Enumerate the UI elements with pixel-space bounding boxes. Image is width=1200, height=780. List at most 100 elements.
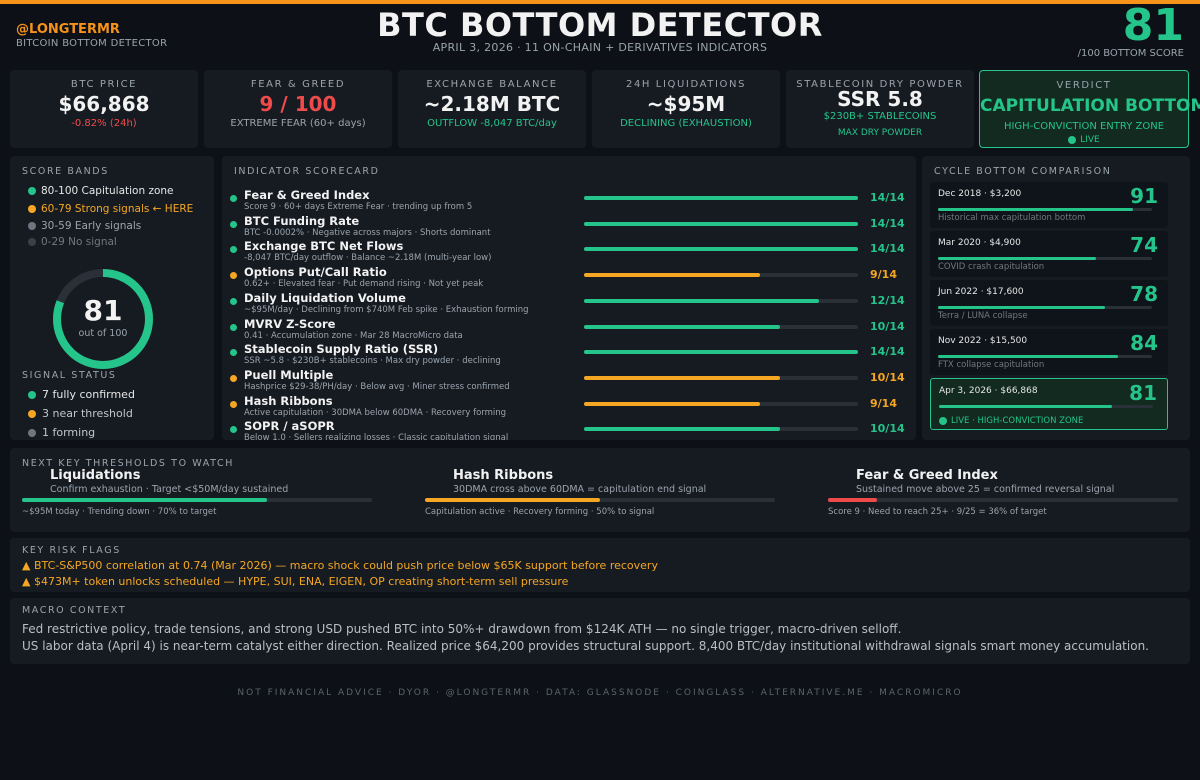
indicator-bar	[584, 324, 858, 329]
threshold-bar	[22, 498, 372, 502]
indicator-name: Puell Multiple	[244, 367, 334, 382]
threshold-item: Hash Ribbons 30DMA cross above 60DMA = ca…	[425, 468, 775, 524]
indicator-row: Daily Liquidation Volume ~$95M/day · Decl…	[230, 291, 910, 317]
page-subtitle: APRIL 3, 2026 · 11 ON-CHAIN + DERIVATIVE…	[432, 41, 768, 54]
section-title: CYCLE BOTTOM COMPARISON	[934, 166, 1112, 177]
cycle-date: Mar 2020 · $4,900	[938, 238, 1021, 248]
threshold-bar-fill	[425, 498, 600, 502]
status-dot-icon	[230, 400, 237, 408]
header: @LONGTERMR BITCOIN BOTTOM DETECTOR BTC B…	[0, 0, 1200, 66]
bottom-score-label: /100 BOTTOM SCORE	[1077, 48, 1184, 59]
risk-flags-panel: KEY RISK FLAGS ▲ BTC-S&P500 correlation …	[10, 538, 1190, 592]
signal-item: 3 near threshold	[28, 407, 133, 420]
indicator-name: Stablecoin Supply Ratio (SSR)	[244, 342, 439, 357]
indicator-desc: Hashprice $29-38/PH/day · Below avg · Mi…	[244, 381, 510, 392]
indicator-row: Options Put/Call Ratio 0.62+ · Elevated f…	[230, 265, 910, 291]
indicator-bar	[584, 247, 858, 252]
stat-sub: DECLINING (EXHAUSTION)	[620, 118, 752, 129]
threshold-bar	[425, 498, 775, 502]
threshold-bar	[828, 498, 1178, 502]
live-indicator: LIVE	[980, 135, 1188, 145]
cycle-bar-fill	[938, 257, 1097, 260]
status-dot-icon	[230, 246, 237, 254]
risk-item: ▲ BTC-S&P500 correlation at 0.74 (Mar 20…	[22, 559, 658, 572]
stat-label: EXCHANGE BALANCE	[426, 79, 558, 90]
verdict-label: VERDICT	[1056, 80, 1112, 91]
signal-label: 1 forming	[42, 426, 96, 439]
indicator-score: 10/14	[870, 319, 905, 333]
cycle-item: Jun 2022 · $17,600 78 Terra / LUNA collaps…	[930, 280, 1168, 326]
dot-icon	[28, 410, 36, 418]
signal-label: 7 fully confirmed	[42, 388, 135, 401]
indicator-bar-fill	[584, 221, 858, 226]
stat-value: ~2.18M BTC	[423, 92, 561, 116]
indicator-score: 14/14	[870, 345, 905, 359]
score-gauge: 81 out of 100	[50, 266, 156, 372]
threshold-desc: Sustained move above 25 = confirmed reve…	[856, 484, 1115, 495]
stat-label: 24H LIQUIDATIONS	[625, 79, 747, 90]
stat-sub: EXTREME FEAR (60+ days)	[230, 118, 366, 129]
stat-sub: $230B+ STABLECOINS	[823, 111, 937, 122]
bottom-score: 81	[1122, 0, 1184, 51]
indicator-score: 12/14	[870, 293, 905, 307]
cycle-name: COVID crash capitulation	[938, 262, 1045, 272]
dot-icon	[28, 205, 36, 213]
page-title: BTC BOTTOM DETECTOR	[377, 6, 823, 44]
stat-sub: OUTFLOW -8,047 BTC/day	[427, 118, 557, 129]
dot-icon	[28, 187, 36, 195]
indicator-row: MVRV Z-Score 0.41 · Accumulation zone · M…	[230, 317, 910, 343]
threshold-name: Fear & Greed Index	[856, 468, 998, 483]
cycle-bar	[938, 306, 1152, 309]
threshold-progress: Capitulation active · Recovery forming ·…	[425, 507, 655, 517]
indicator-row: Fear & Greed Index Score 9 · 60+ days Ext…	[230, 188, 910, 214]
indicator-bar-fill	[584, 298, 819, 303]
cycle-score: 78	[1130, 282, 1158, 306]
cycle-name: FTX collapse capitulation	[938, 360, 1045, 370]
indicator-bar	[584, 427, 858, 432]
indicator-row: Puell Multiple Hashprice $29-38/PH/day · …	[230, 368, 910, 394]
section-title: SCORE BANDS	[22, 166, 109, 177]
gauge-value: 81	[83, 294, 123, 327]
status-dot-icon	[230, 323, 237, 331]
verdict-value: CAPITULATION BOTTOM	[980, 96, 1200, 116]
section-title: SIGNAL STATUS	[22, 370, 117, 381]
macro-context-panel: MACRO CONTEXT Fed restrictive policy, tr…	[10, 598, 1190, 664]
status-dot-icon	[230, 297, 237, 305]
indicator-row: Stablecoin Supply Ratio (SSR) SSR ~5.8 · …	[230, 342, 910, 368]
band-item: 60-79 Strong signals ← HERE	[28, 203, 193, 215]
indicator-bar	[584, 221, 858, 226]
gauge-sub: out of 100	[78, 328, 128, 339]
footer: NOT FINANCIAL ADVICE · DYOR · @LONGTERMR…	[237, 688, 963, 698]
indicator-name: MVRV Z-Score	[244, 316, 336, 331]
cycle-item-current: Apr 3, 2026 · $66,868 81 LIVE · HIGH-CONVI…	[930, 378, 1168, 430]
band-label: 0-29 No signal	[41, 236, 117, 248]
indicator-bar-fill	[584, 324, 780, 329]
section-title: MACRO CONTEXT	[22, 605, 127, 616]
stat-value: 9 / 100	[259, 92, 337, 116]
band-label: 30-59 Early signals	[41, 220, 142, 232]
status-dot-icon	[230, 220, 237, 228]
band-item: 80-100 Capitulation zone	[28, 185, 174, 197]
band-label: 80-100 Capitulation zone	[41, 185, 174, 197]
indicator-score: 14/14	[870, 191, 905, 204]
cycle-score: 74	[1130, 233, 1158, 257]
threshold-desc: 30DMA cross above 60DMA = capitulation e…	[453, 484, 707, 495]
indicator-score: 10/14	[870, 422, 905, 436]
indicator-bar-fill	[584, 427, 780, 432]
threshold-name: Hash Ribbons	[453, 468, 554, 483]
thresholds-panel: NEXT KEY THRESHOLDS TO WATCH Liquidation…	[10, 448, 1190, 532]
indicator-name: BTC Funding Rate	[244, 213, 360, 228]
cycle-bar-fill	[938, 306, 1105, 309]
verdict-card: VERDICT CAPITULATION BOTTOM HIGH-CONVICT…	[979, 70, 1200, 148]
cycle-bar-fill	[938, 208, 1133, 211]
cycle-score: 91	[1130, 184, 1158, 208]
threshold-name: Liquidations	[50, 468, 141, 483]
indicator-bar-fill	[584, 273, 761, 278]
dot-icon	[28, 222, 36, 230]
stat-liquidations: 24H LIQUIDATIONS ~$95M DECLINING (EXHAUS…	[592, 70, 780, 148]
stat-value: SSR 5.8	[837, 87, 923, 111]
indicator-desc: 0.62+ · Elevated fear · Put demand risin…	[244, 279, 484, 290]
indicator-desc: ~$95M/day · Declining from $740M Feb spi…	[244, 304, 529, 315]
live-label: LIVE	[1080, 135, 1100, 145]
dot-icon	[28, 238, 36, 246]
